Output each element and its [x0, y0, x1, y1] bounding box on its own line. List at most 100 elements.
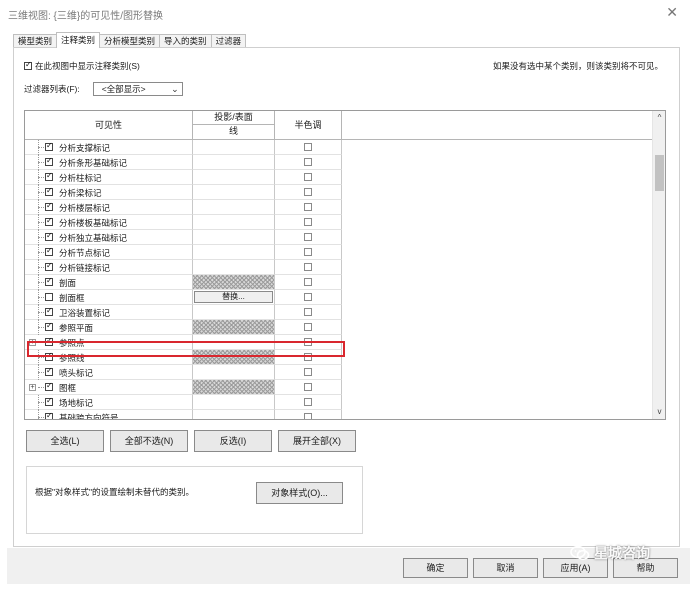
visibility-checkbox[interactable]: [45, 306, 53, 316]
visibility-checkbox[interactable]: [45, 261, 53, 271]
visibility-checkbox[interactable]: [45, 201, 53, 211]
halftone-cell[interactable]: [275, 395, 342, 410]
visibility-checkbox[interactable]: [45, 293, 53, 301]
table-row[interactable]: 剖面: [25, 275, 653, 290]
halftone-checkbox[interactable]: [304, 203, 312, 211]
scroll-up-icon[interactable]: ^: [653, 111, 665, 125]
visibility-checkbox[interactable]: [45, 381, 53, 391]
cancel-button[interactable]: 取消: [473, 558, 538, 578]
projection-line-cell[interactable]: [193, 140, 275, 155]
projection-line-cell[interactable]: [193, 395, 275, 410]
tab-model-categories[interactable]: 模型类别: [13, 34, 58, 48]
visibility-cell[interactable]: 基础跨方向符号: [25, 410, 193, 419]
table-row[interactable]: + 参照点: [25, 335, 653, 350]
visibility-checkbox[interactable]: [45, 186, 53, 196]
table-row[interactable]: + 图框: [25, 380, 653, 395]
invert-selection-button[interactable]: 反选(I): [194, 430, 272, 452]
halftone-checkbox[interactable]: [304, 338, 312, 346]
projection-line-cell[interactable]: [193, 230, 275, 245]
visibility-checkbox[interactable]: [45, 276, 53, 286]
projection-line-cell[interactable]: [193, 275, 275, 290]
projection-line-cell[interactable]: [193, 170, 275, 185]
projection-line-cell[interactable]: [193, 350, 275, 365]
visibility-checkbox[interactable]: [45, 396, 53, 406]
halftone-cell[interactable]: [275, 305, 342, 320]
scroll-thumb[interactable]: [655, 155, 664, 191]
halftone-cell[interactable]: [275, 140, 342, 155]
tab-imported-categories[interactable]: 导入的类别: [159, 34, 212, 48]
halftone-checkbox[interactable]: [304, 413, 312, 419]
visibility-cell[interactable]: 剖面: [25, 275, 193, 290]
halftone-cell[interactable]: [275, 350, 342, 365]
select-none-button[interactable]: 全部不选(N): [110, 430, 188, 452]
visibility-checkbox[interactable]: [45, 336, 53, 346]
visibility-cell[interactable]: 参照平面: [25, 320, 193, 335]
table-row[interactable]: 分析楼层标记: [25, 200, 653, 215]
halftone-checkbox[interactable]: [304, 188, 312, 196]
expand-all-button[interactable]: 展开全部(X): [278, 430, 356, 452]
halftone-cell[interactable]: [275, 245, 342, 260]
table-row[interactable]: 分析条形基础标记: [25, 155, 653, 170]
select-all-button[interactable]: 全选(L): [26, 430, 104, 452]
override-button[interactable]: 替换...: [194, 291, 273, 303]
visibility-cell[interactable]: 剖面框: [25, 290, 193, 305]
object-styles-button[interactable]: 对象样式(O)...: [256, 482, 343, 504]
table-row[interactable]: 分析柱标记: [25, 170, 653, 185]
table-row[interactable]: 场地标记: [25, 395, 653, 410]
halftone-cell[interactable]: [275, 275, 342, 290]
grid-scrollbar[interactable]: ^ v: [652, 111, 665, 419]
table-row[interactable]: 卫浴装置标记: [25, 305, 653, 320]
halftone-cell[interactable]: [275, 230, 342, 245]
projection-line-cell[interactable]: [193, 245, 275, 260]
table-row[interactable]: 参照平面: [25, 320, 653, 335]
halftone-cell[interactable]: [275, 335, 342, 350]
projection-line-cell[interactable]: [193, 155, 275, 170]
halftone-checkbox[interactable]: [304, 248, 312, 256]
halftone-cell[interactable]: [275, 200, 342, 215]
halftone-checkbox[interactable]: [304, 398, 312, 406]
halftone-cell[interactable]: [275, 320, 342, 335]
visibility-checkbox[interactable]: [45, 171, 53, 181]
projection-line-cell[interactable]: [193, 185, 275, 200]
halftone-cell[interactable]: [275, 185, 342, 200]
halftone-cell[interactable]: [275, 410, 342, 419]
expand-icon[interactable]: +: [29, 384, 36, 391]
halftone-checkbox[interactable]: [304, 323, 312, 331]
halftone-cell[interactable]: [275, 155, 342, 170]
filter-list-select[interactable]: <全部显示> ⌄: [92, 82, 183, 96]
halftone-cell[interactable]: [275, 290, 342, 305]
show-annotations-checkbox[interactable]: [24, 60, 32, 70]
halftone-cell[interactable]: [275, 260, 342, 275]
table-row[interactable]: 基础跨方向符号: [25, 410, 653, 419]
visibility-cell[interactable]: 喷头标记: [25, 365, 193, 380]
visibility-checkbox[interactable]: [45, 156, 53, 166]
projection-line-cell[interactable]: 替换...: [193, 290, 275, 305]
projection-line-cell[interactable]: [193, 305, 275, 320]
table-row[interactable]: 分析独立基础标记: [25, 230, 653, 245]
table-row[interactable]: 分析链接标记: [25, 260, 653, 275]
tab-filters[interactable]: 过滤器: [210, 34, 247, 48]
visibility-cell[interactable]: 分析支撑标记: [25, 140, 193, 155]
projection-line-cell[interactable]: [193, 200, 275, 215]
halftone-checkbox[interactable]: [304, 278, 312, 286]
visibility-checkbox[interactable]: [45, 366, 53, 376]
visibility-cell[interactable]: 分析条形基础标记: [25, 155, 193, 170]
visibility-checkbox[interactable]: [45, 351, 53, 361]
visibility-cell[interactable]: 场地标记: [25, 395, 193, 410]
visibility-checkbox[interactable]: [45, 141, 53, 151]
table-row[interactable]: 分析楼板基础标记: [25, 215, 653, 230]
visibility-cell[interactable]: 分析链接标记: [25, 260, 193, 275]
halftone-checkbox[interactable]: [304, 233, 312, 241]
projection-line-cell[interactable]: [193, 320, 275, 335]
projection-line-cell[interactable]: [193, 380, 275, 395]
halftone-checkbox[interactable]: [304, 368, 312, 376]
halftone-checkbox[interactable]: [304, 353, 312, 361]
projection-line-cell[interactable]: [193, 410, 275, 419]
visibility-cell[interactable]: + 图框: [25, 380, 193, 395]
projection-line-cell[interactable]: [193, 215, 275, 230]
halftone-checkbox[interactable]: [304, 158, 312, 166]
ok-button[interactable]: 确定: [403, 558, 468, 578]
table-row[interactable]: 分析梁标记: [25, 185, 653, 200]
projection-line-cell[interactable]: [193, 365, 275, 380]
show-annotations-option[interactable]: 在此视图中显示注释类别(S): [24, 60, 140, 72]
